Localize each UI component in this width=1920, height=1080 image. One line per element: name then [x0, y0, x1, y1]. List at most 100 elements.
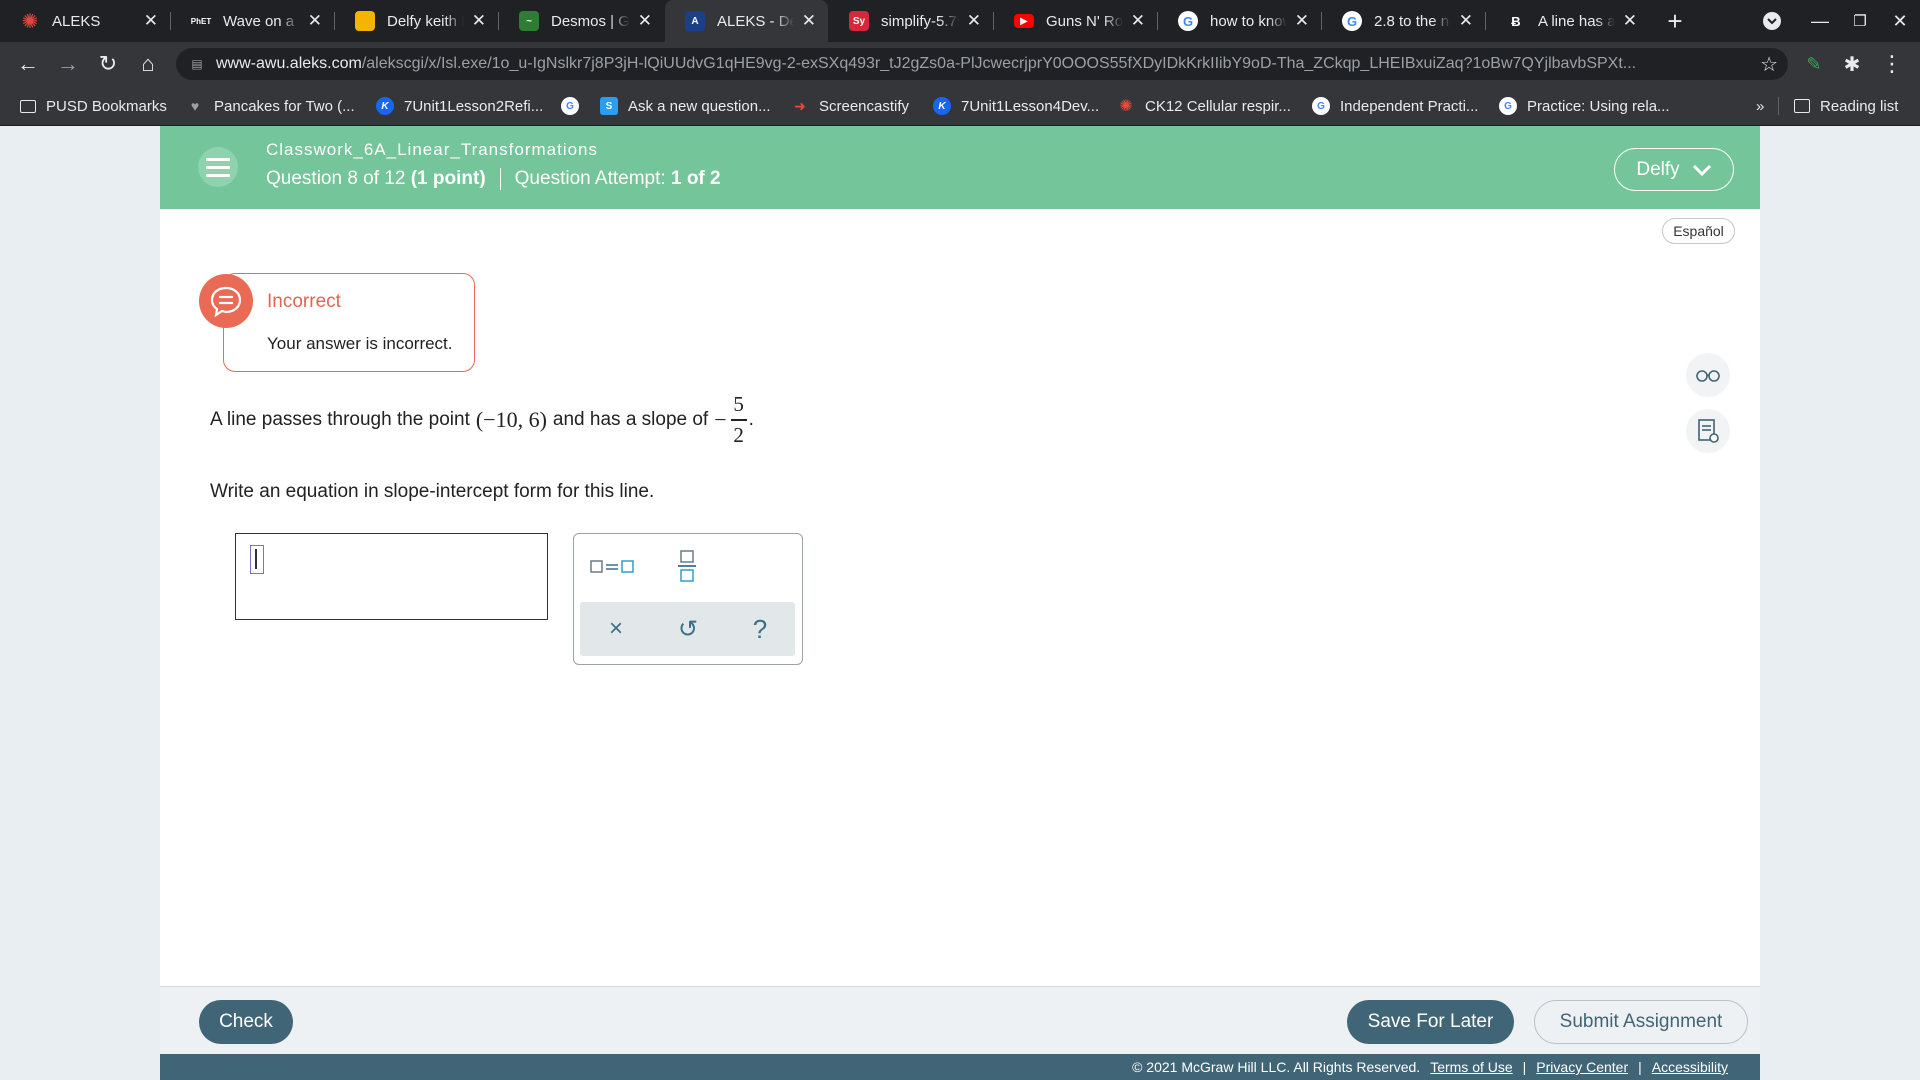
slope-numerator: 5	[733, 392, 744, 416]
keypad-template-row	[574, 534, 801, 598]
bookmark-item[interactable]: K 7Unit1Lesson2Refi...	[376, 86, 543, 126]
check-button[interactable]: Check	[199, 1000, 293, 1044]
close-tab-icon[interactable]: ✕	[1131, 11, 1145, 31]
bookmark-item[interactable]: PUSD Bookmarks	[20, 86, 167, 126]
brainly-icon: Ƀ	[1506, 11, 1526, 31]
minimize-icon[interactable]: —	[1800, 0, 1840, 42]
terms-of-use-link[interactable]: Terms of Use	[1430, 1059, 1512, 1075]
action-footer: Check Save For Later Submit Assignment	[160, 986, 1760, 1054]
close-tab-icon[interactable]: ✕	[1295, 11, 1309, 31]
fraction-template-button[interactable]	[672, 546, 702, 586]
more-bookmarks-icon[interactable]: »	[1756, 86, 1764, 126]
browser-tab[interactable]: PhET Wave on a S ✕	[171, 0, 334, 42]
bookmark-item[interactable]: K 7Unit1Lesson4Dev...	[933, 86, 1099, 126]
new-tab-icon[interactable]: +	[1655, 0, 1695, 42]
answer-input[interactable]	[235, 533, 548, 620]
browser-tab[interactable]: Sy simplify-5.75 ✕	[829, 0, 993, 42]
aleks-icon: ✺	[20, 10, 40, 33]
close-tab-icon[interactable]: ✕	[967, 11, 981, 31]
bookmark-item[interactable]: G Practice: Using rela...	[1499, 86, 1670, 126]
url-path: /alekscgi/x/Isl.exe/1o_u-IgNslkr7j8P3jH-…	[361, 55, 1637, 72]
save-for-later-button[interactable]: Save For Later	[1347, 1000, 1514, 1044]
khan-icon: K	[933, 97, 951, 115]
menu-kebab-icon[interactable]: ⋮	[1872, 42, 1912, 86]
home-icon[interactable]: ⌂	[128, 42, 168, 86]
close-tab-icon[interactable]: ✕	[638, 11, 652, 31]
keypad-action-row: × ↺ ?	[580, 602, 795, 656]
slope-denominator: 2	[733, 422, 744, 447]
phet-icon: PhET	[191, 11, 211, 31]
bookmark-item[interactable]: S Ask a new question...	[600, 86, 771, 126]
close-tab-icon[interactable]: ✕	[1459, 11, 1473, 31]
forward-arrow-icon[interactable]: →	[48, 42, 88, 86]
notes-icon[interactable]	[1686, 409, 1730, 453]
url-field[interactable]: ▤ www-awu.aleks.com/alekscgi/x/Isl.exe/1…	[176, 48, 1788, 80]
bookmark-star-icon[interactable]: ☆	[1760, 52, 1778, 77]
extensions-puzzle-icon[interactable]: ✱	[1832, 42, 1872, 86]
link-separator: |	[1522, 1059, 1527, 1075]
accessibility-link[interactable]: Accessibility	[1652, 1059, 1728, 1075]
site-info-icon[interactable]: ▤	[190, 57, 204, 71]
bookmark-item[interactable]: ♥ Pancakes for Two (...	[186, 86, 355, 126]
tab-title: ALEKS - Delf	[717, 12, 794, 30]
privacy-center-link[interactable]: Privacy Center	[1536, 1059, 1628, 1075]
help-question-icon[interactable]: ?	[738, 610, 782, 648]
aleks-icon: A	[685, 11, 705, 31]
submit-assignment-button[interactable]: Submit Assignment	[1534, 1000, 1748, 1044]
back-arrow-icon[interactable]: ←	[8, 42, 48, 86]
point-coordinates: (−10, 6)	[475, 406, 547, 432]
undo-icon[interactable]: ↺	[666, 610, 710, 648]
bookmark-label: Ask a new question...	[628, 97, 771, 115]
attempt-label: Question Attempt:	[514, 168, 666, 189]
equation-template-button[interactable]	[588, 550, 638, 582]
bookmark-item[interactable]: ✺ CK12 Cellular respir...	[1117, 86, 1291, 126]
reload-icon[interactable]: ↻	[88, 42, 128, 86]
bookmark-item[interactable]: G	[561, 86, 589, 126]
bookmark-label: Pancakes for Two (...	[214, 97, 355, 115]
screencastify-icon: ➜	[794, 97, 806, 114]
google-icon: G	[561, 97, 579, 115]
bookmark-label: PUSD Bookmarks	[46, 97, 167, 115]
browser-tab[interactable]: Ƀ A line has a ✕	[1486, 0, 1649, 42]
close-tab-icon[interactable]: ✕	[1623, 11, 1637, 31]
question-info: Question 8 of 12 (1 point) Question Atte…	[266, 168, 721, 190]
tab-title: Delfy keith D	[387, 12, 464, 30]
google-icon: G	[1178, 11, 1198, 31]
browser-tab[interactable]: Delfy keith D ✕	[335, 0, 498, 42]
close-window-icon[interactable]: ✕	[1880, 0, 1920, 42]
bookmark-label: Independent Practi...	[1340, 97, 1479, 115]
question-statement: A line passes through the point (−10, 6)…	[210, 394, 754, 446]
google-icon: G	[1499, 97, 1517, 115]
close-tab-icon[interactable]: ✕	[144, 11, 158, 31]
user-menu-button[interactable]: Delfy	[1614, 148, 1734, 191]
hamburger-menu-icon[interactable]	[198, 147, 238, 187]
tab-title: how to know	[1210, 12, 1287, 30]
sentence-period: .	[748, 408, 754, 430]
browser-tab[interactable]: ▶ Guns N' Ros ✕	[994, 0, 1157, 42]
khan-icon: K	[376, 97, 394, 115]
espanol-toggle[interactable]: Español	[1662, 218, 1735, 244]
question-text: and has a slope of	[552, 408, 709, 430]
url-host: www-awu.aleks.com	[216, 55, 362, 72]
close-tab-icon[interactable]: ✕	[472, 11, 486, 31]
browser-tab[interactable]: ✺ ALEKS ✕	[0, 0, 170, 42]
copyright-text: © 2021 McGraw Hill LLC. All Rights Reser…	[1132, 1059, 1421, 1075]
restore-icon[interactable]: ❐	[1840, 0, 1880, 42]
browser-tab[interactable]: ~ Desmos | Gr ✕	[499, 0, 664, 42]
browser-tab[interactable]: G 2.8 to the ne ✕	[1322, 0, 1485, 42]
close-tab-icon[interactable]: ✕	[308, 11, 322, 31]
bookmark-item[interactable]: G Independent Practi...	[1312, 86, 1478, 126]
reading-list[interactable]: Reading list	[1794, 86, 1898, 126]
clear-x-icon[interactable]: ×	[594, 610, 638, 648]
browser-tab[interactable]: G how to know ✕	[1158, 0, 1321, 42]
feedback-title: Incorrect	[267, 291, 341, 312]
browser-tab-active[interactable]: A ALEKS - Delf ✕	[665, 0, 828, 42]
tab-search-icon[interactable]	[1752, 0, 1792, 42]
chevron-down-icon	[1692, 164, 1711, 176]
extension-icon[interactable]: ✎	[1794, 42, 1834, 86]
bookmark-item[interactable]: ➜ Screencastify	[791, 86, 909, 126]
glasses-icon[interactable]	[1686, 353, 1730, 397]
youtube-icon: ▶	[1014, 14, 1034, 28]
close-tab-icon[interactable]: ✕	[802, 11, 816, 31]
tab-title: 2.8 to the ne	[1374, 12, 1451, 30]
